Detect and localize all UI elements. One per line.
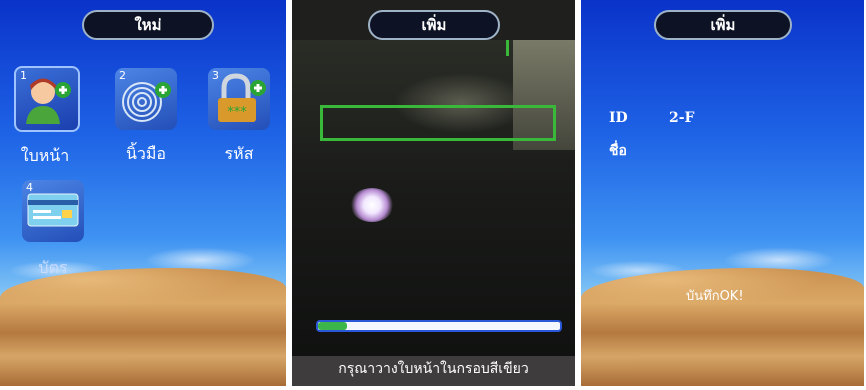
progress-fill: [318, 322, 348, 330]
save-status-message: บันทึกOK!: [686, 289, 744, 304]
card-tile[interactable]: 4: [22, 180, 84, 242]
enroll-result-screen: เพิ่ม ID 2-F ชื่อ บันทึกOK!: [581, 0, 864, 386]
svg-text:***: ***: [227, 105, 247, 120]
password-label: รหัส: [224, 144, 254, 163]
instruction-text: กรุณาวางใบหน้าในกรอบสีเขียว: [338, 361, 529, 377]
password-add-icon: ***: [218, 73, 266, 122]
screen-title: เพิ่ม: [654, 10, 792, 40]
password-tile[interactable]: 3 ***: [208, 68, 270, 130]
screen-title: ใหม่: [82, 10, 214, 40]
fingerprint-add-icon: [122, 82, 171, 122]
name-label: ชื่อ: [609, 143, 627, 159]
fingerprint-label: นิ้วมือ: [125, 144, 167, 163]
face-tile[interactable]: 1: [14, 66, 80, 132]
face-label: ใบหน้า: [20, 146, 70, 165]
light-glare: [350, 188, 394, 222]
face-capture-screen: เพิ่ม กรุณาวางใบหน้าในกรอบสีเขียว: [292, 0, 575, 386]
fingerprint-tile[interactable]: 2: [115, 68, 177, 130]
card-label: บัตร: [38, 258, 68, 277]
id-label: ID: [609, 110, 628, 126]
card-icon: [27, 193, 79, 227]
face-add-icon: [26, 78, 71, 124]
capture-progress-bar: [316, 320, 562, 332]
frame-marker: [506, 40, 509, 56]
screen-title: เพิ่ม: [368, 10, 500, 40]
face-frame-guide: [320, 105, 556, 141]
id-value: 2-F: [669, 110, 695, 126]
desert-dunes: [0, 268, 286, 386]
new-menu-screen: ใหม่ 1 ใบหน้า 2 นิ้วมือ 3 *** รหัส 4 บัต…: [0, 0, 286, 386]
